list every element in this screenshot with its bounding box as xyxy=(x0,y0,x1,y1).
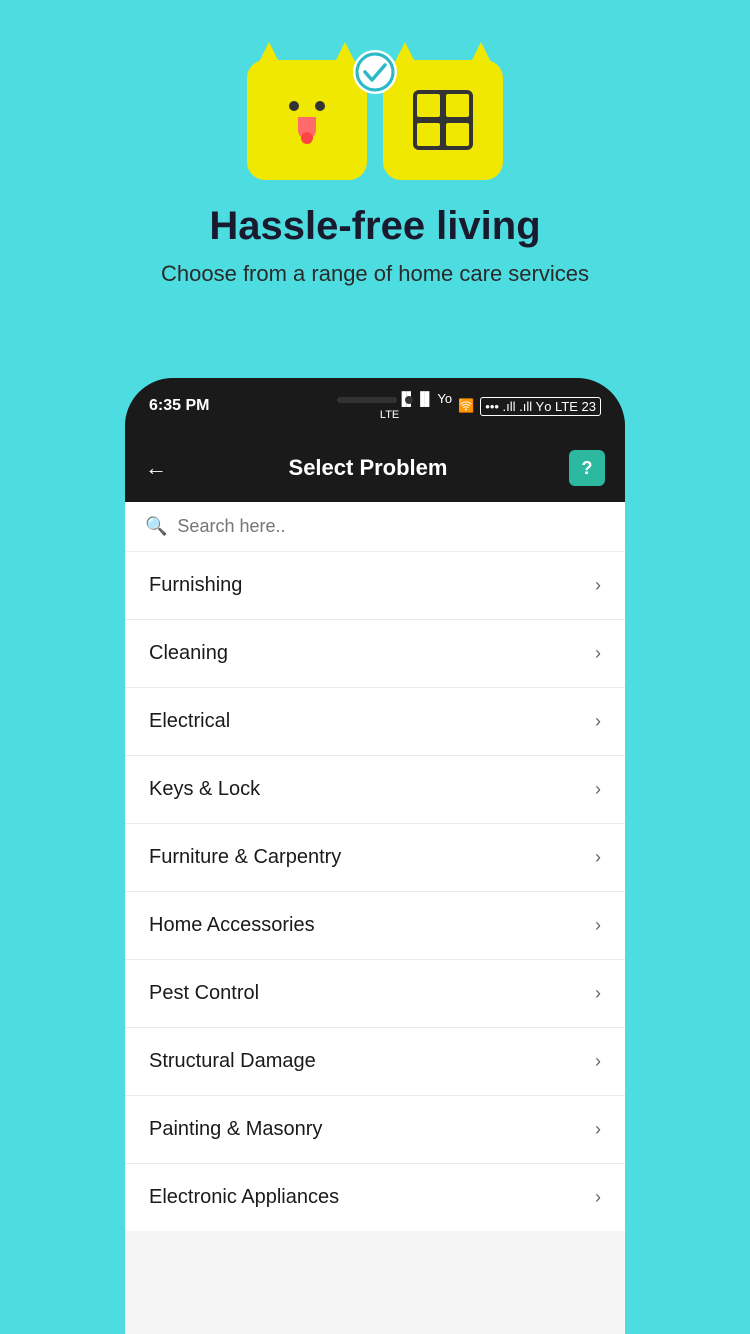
cat-eye-right xyxy=(315,101,325,111)
wifi-icon: 🛜 xyxy=(458,398,474,414)
cat-mascot-box xyxy=(247,60,367,180)
cat-mouth xyxy=(298,117,316,139)
chevron-right-icon: › xyxy=(595,643,601,664)
phone-status-bar: 6:35 PM ••• ▐▌▐▌ YoLTE 🛜 ••• .ıll .ıll Y… xyxy=(125,378,625,434)
menu-list: Furnishing › Cleaning › Electrical › Key… xyxy=(125,552,625,1231)
headline: Hassle-free living xyxy=(209,204,540,249)
list-item[interactable]: Keys & Lock › xyxy=(125,756,625,824)
menu-item-label: Pest Control xyxy=(149,982,259,1005)
grid-cell-1 xyxy=(417,94,440,117)
phone-mockup: 6:35 PM ••• ▐▌▐▌ YoLTE 🛜 ••• .ıll .ıll Y… xyxy=(125,378,625,1334)
grid-cell-2 xyxy=(446,94,469,117)
chevron-right-icon: › xyxy=(595,779,601,800)
chevron-right-icon: › xyxy=(595,575,601,596)
list-item[interactable]: Cleaning › xyxy=(125,620,625,688)
list-item[interactable]: Structural Damage › xyxy=(125,1028,625,1096)
search-bar[interactable]: 🔍 xyxy=(125,502,625,552)
search-input[interactable] xyxy=(177,516,605,537)
menu-item-label: Home Accessories xyxy=(149,914,315,937)
list-item[interactable]: Pest Control › xyxy=(125,960,625,1028)
search-icon: 🔍 xyxy=(145,516,167,537)
hero-section: Hassle-free living Choose from a range o… xyxy=(0,0,750,317)
phone-speaker xyxy=(337,397,397,403)
mascot-container xyxy=(247,60,503,180)
battery-icon: ••• .ıll .ıll Yо LTE 23 xyxy=(480,397,601,416)
back-button[interactable]: ← xyxy=(145,455,167,481)
menu-item-label: Cleaning xyxy=(149,642,228,665)
chevron-right-icon: › xyxy=(595,1051,601,1072)
list-item[interactable]: Electrical › xyxy=(125,688,625,756)
menu-item-label: Electrical xyxy=(149,710,230,733)
list-item[interactable]: Painting & Masonry › xyxy=(125,1096,625,1164)
help-button[interactable]: ? xyxy=(569,450,605,486)
grid-cell-4 xyxy=(446,123,469,146)
cat-eye-left xyxy=(289,101,299,111)
menu-item-label: Electronic Appliances xyxy=(149,1186,339,1209)
phone-camera-area xyxy=(337,396,413,404)
status-right-icons: ••• ▐▌▐▌ YoLTE 🛜 ••• .ıll .ıll Yо LTE 23 xyxy=(380,391,601,421)
chevron-right-icon: › xyxy=(595,711,601,732)
grid-cell-3 xyxy=(417,123,440,146)
app-title: Select Problem xyxy=(289,455,448,481)
app-content: ← Select Problem ? 🔍 Furnishing › Cleani… xyxy=(125,434,625,1334)
grid-mascot-box xyxy=(383,60,503,180)
menu-item-label: Furnishing xyxy=(149,574,242,597)
menu-item-label: Structural Damage xyxy=(149,1050,316,1073)
phone-camera-dot xyxy=(405,396,413,404)
cat-tongue xyxy=(301,132,313,144)
list-item[interactable]: Furnishing › xyxy=(125,552,625,620)
grid-pattern xyxy=(413,90,473,150)
chevron-right-icon: › xyxy=(595,1119,601,1140)
menu-item-label: Keys & Lock xyxy=(149,778,260,801)
cat-eyes xyxy=(289,101,325,111)
chevron-right-icon: › xyxy=(595,847,601,868)
list-item[interactable]: Electronic Appliances › xyxy=(125,1164,625,1231)
chevron-right-icon: › xyxy=(595,1187,601,1208)
checkmark-badge xyxy=(353,50,397,94)
chevron-right-icon: › xyxy=(595,983,601,1004)
menu-item-label: Painting & Masonry xyxy=(149,1118,322,1141)
status-time: 6:35 PM xyxy=(149,397,209,415)
menu-item-label: Furniture & Carpentry xyxy=(149,846,341,869)
app-header: ← Select Problem ? xyxy=(125,434,625,502)
list-item[interactable]: Furniture & Carpentry › xyxy=(125,824,625,892)
subheadline: Choose from a range of home care service… xyxy=(161,261,589,287)
chevron-right-icon: › xyxy=(595,915,601,936)
list-item[interactable]: Home Accessories › xyxy=(125,892,625,960)
cat-face xyxy=(289,101,325,139)
